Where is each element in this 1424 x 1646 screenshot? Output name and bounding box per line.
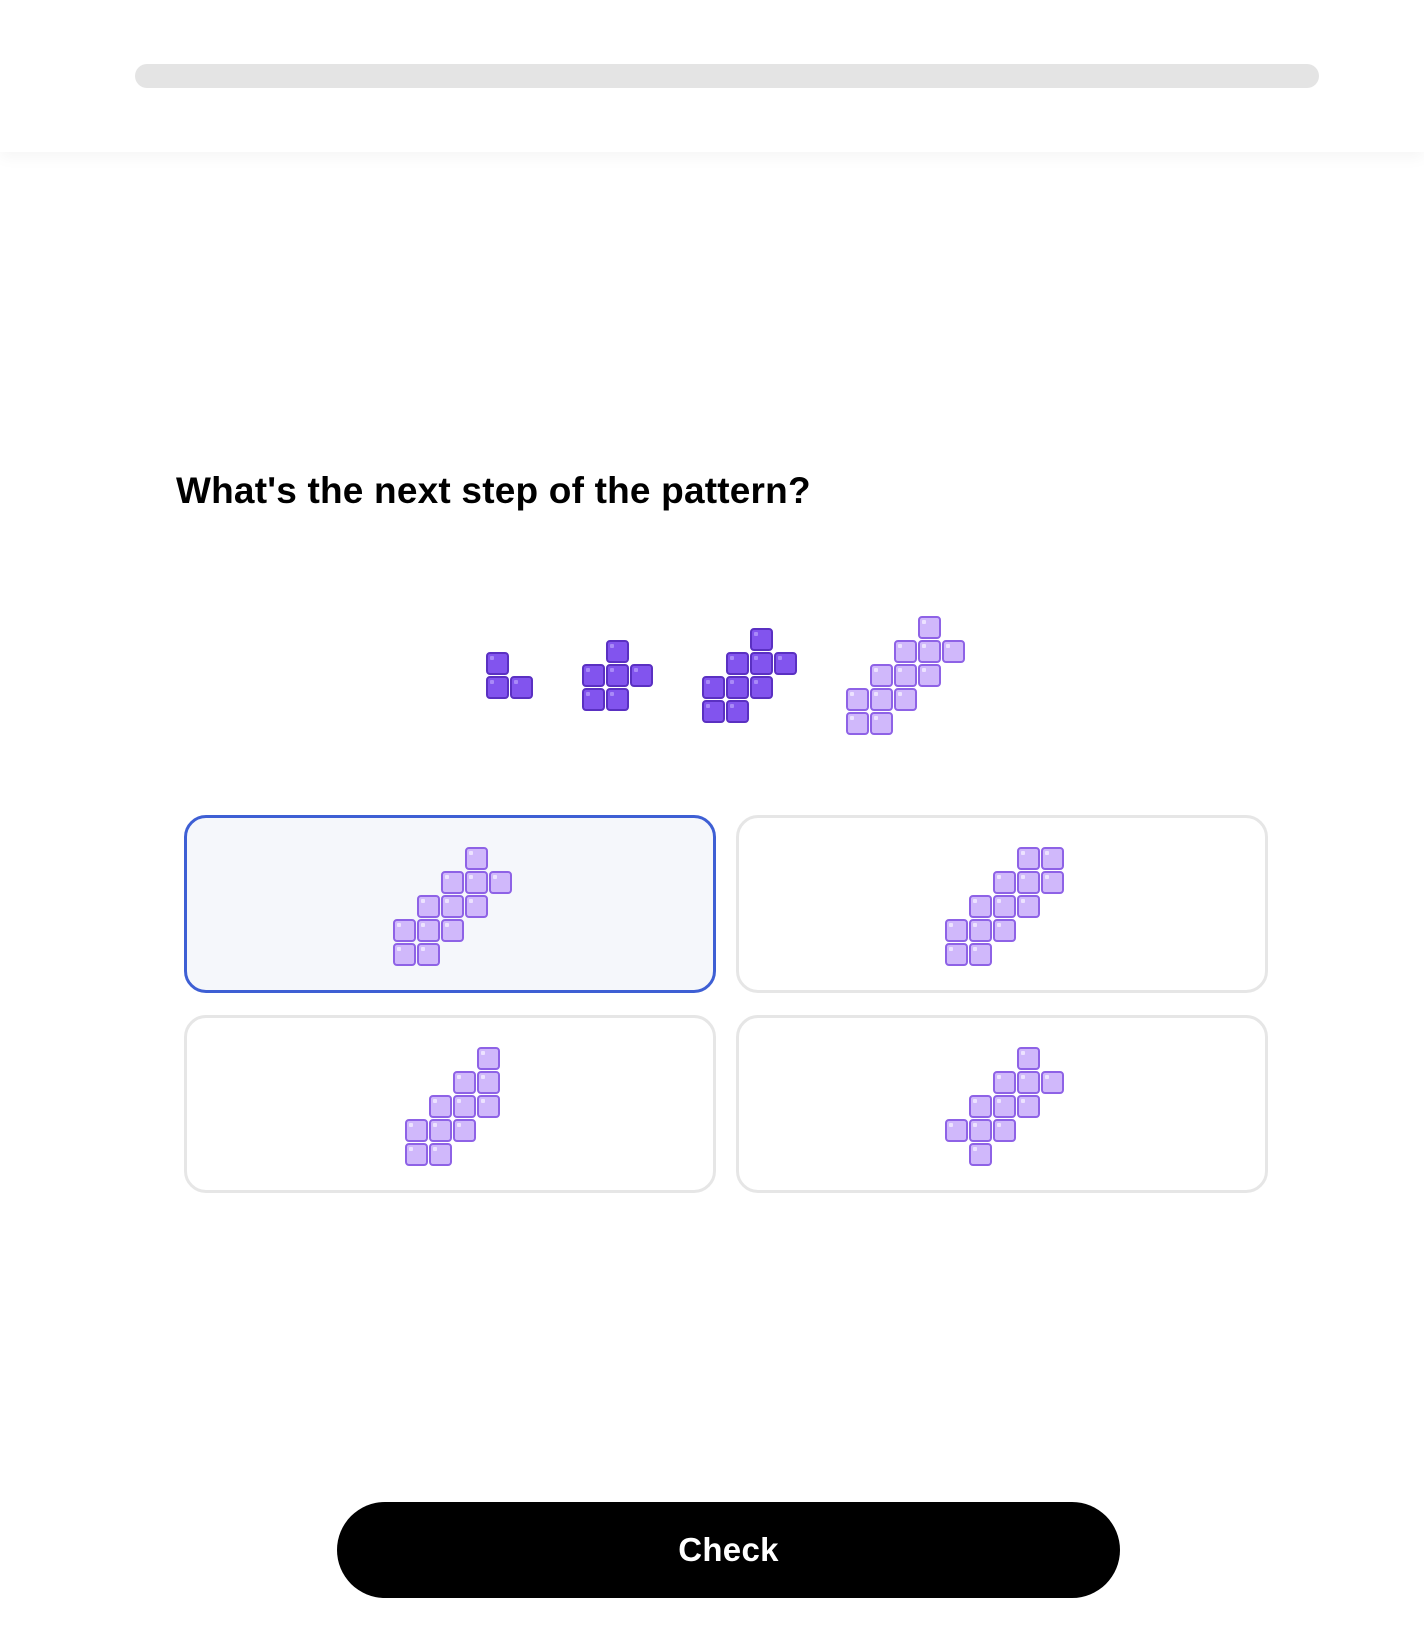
block — [453, 1095, 476, 1118]
block — [918, 640, 941, 663]
block — [489, 871, 512, 894]
block — [918, 664, 941, 687]
block — [417, 919, 440, 942]
block — [441, 895, 464, 918]
block — [429, 1119, 452, 1142]
option-3-figure — [405, 1047, 500, 1166]
answer-option-3[interactable] — [184, 1015, 716, 1193]
block — [969, 943, 992, 966]
block — [429, 1143, 452, 1166]
block — [606, 640, 629, 663]
block — [702, 700, 725, 723]
block — [870, 688, 893, 711]
option-1-figure — [393, 847, 512, 966]
block — [993, 1095, 1016, 1118]
block — [993, 1119, 1016, 1142]
block — [1041, 871, 1064, 894]
block — [993, 895, 1016, 918]
pattern-step-1 — [486, 652, 533, 699]
block — [1041, 1071, 1064, 1094]
block — [441, 871, 464, 894]
block — [1017, 847, 1040, 870]
pattern-step-4 — [846, 616, 965, 735]
block — [606, 664, 629, 687]
block — [405, 1143, 428, 1166]
block — [465, 871, 488, 894]
block — [582, 688, 605, 711]
block — [1017, 1095, 1040, 1118]
block — [441, 919, 464, 942]
block — [969, 1095, 992, 1118]
block — [726, 676, 749, 699]
block — [477, 1071, 500, 1094]
block — [726, 700, 749, 723]
block — [942, 640, 965, 663]
option-2-figure — [945, 847, 1064, 966]
block — [918, 616, 941, 639]
question-text: What's the next step of the pattern? — [176, 470, 811, 511]
block — [417, 895, 440, 918]
block — [510, 676, 533, 699]
block — [993, 1071, 1016, 1094]
block — [702, 676, 725, 699]
block — [993, 919, 1016, 942]
block — [750, 652, 773, 675]
block — [405, 1119, 428, 1142]
block — [870, 712, 893, 735]
block — [393, 943, 416, 966]
block — [993, 871, 1016, 894]
block — [726, 652, 749, 675]
block — [750, 676, 773, 699]
block — [465, 847, 488, 870]
answer-option-2[interactable] — [736, 815, 1268, 993]
block — [846, 688, 869, 711]
answer-option-4[interactable] — [736, 1015, 1268, 1193]
block — [486, 676, 509, 699]
block — [894, 688, 917, 711]
block — [486, 652, 509, 675]
block — [1017, 895, 1040, 918]
block — [1041, 847, 1064, 870]
block — [846, 712, 869, 735]
block — [582, 664, 605, 687]
block — [750, 628, 773, 651]
block — [393, 919, 416, 942]
block — [969, 1143, 992, 1166]
block — [969, 919, 992, 942]
block — [1017, 1071, 1040, 1094]
block — [774, 652, 797, 675]
block — [606, 688, 629, 711]
progress-bar — [135, 64, 1319, 88]
block — [969, 1119, 992, 1142]
block — [1017, 871, 1040, 894]
block — [945, 943, 968, 966]
answer-option-1[interactable] — [184, 815, 716, 993]
block — [429, 1095, 452, 1118]
pattern-step-2 — [582, 640, 653, 711]
block — [1017, 1047, 1040, 1070]
block — [969, 895, 992, 918]
block — [894, 664, 917, 687]
block — [453, 1119, 476, 1142]
block — [945, 1119, 968, 1142]
block — [477, 1095, 500, 1118]
top-bar — [0, 0, 1424, 152]
check-button[interactable]: Check — [337, 1502, 1120, 1598]
pattern-step-3 — [702, 628, 797, 723]
block — [453, 1071, 476, 1094]
block — [894, 640, 917, 663]
option-4-figure — [945, 1047, 1064, 1166]
block — [465, 895, 488, 918]
block — [870, 664, 893, 687]
block — [417, 943, 440, 966]
block — [477, 1047, 500, 1070]
block — [630, 664, 653, 687]
block — [945, 919, 968, 942]
